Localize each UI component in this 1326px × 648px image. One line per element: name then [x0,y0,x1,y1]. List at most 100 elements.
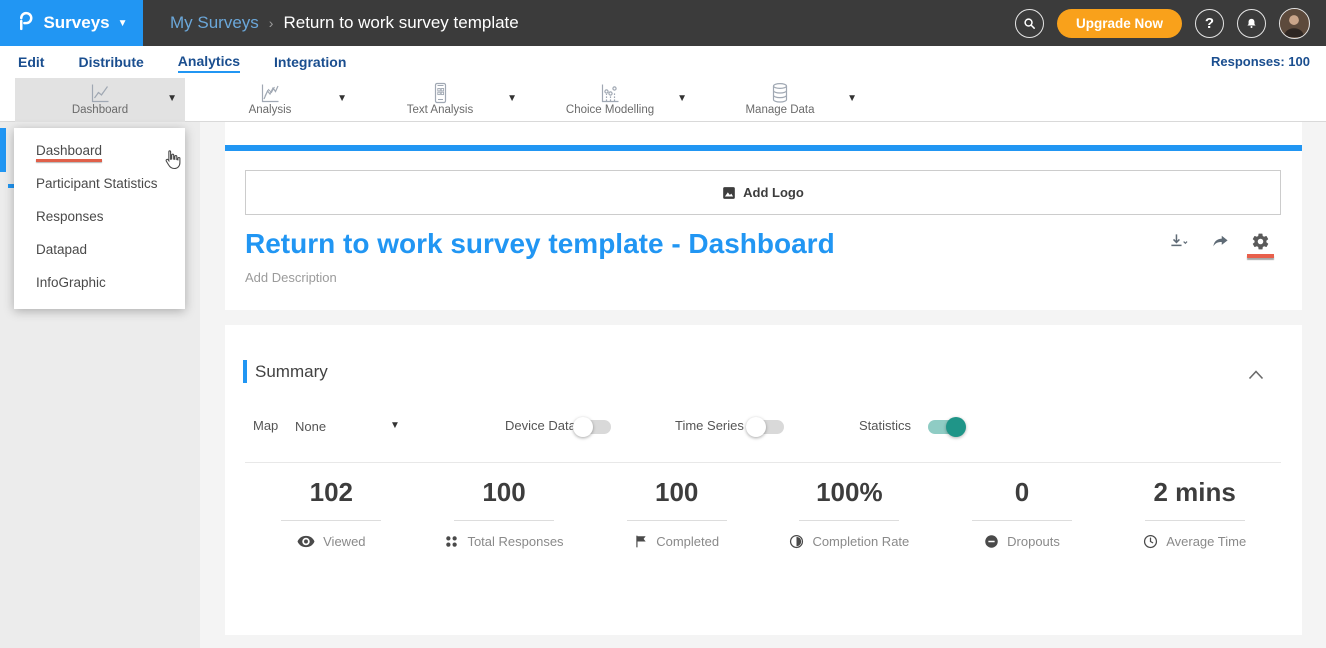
responses-count: Responses: 100 [1211,54,1310,69]
statistics-row: 102 Viewed 100 Tota [245,477,1281,549]
tab-analytics[interactable]: Analytics [178,51,240,73]
breadcrumb-separator: › [269,15,274,31]
toggle-knob [746,417,766,437]
accent-top-bar [225,145,1302,151]
product-switcher[interactable]: Surveys ▼ [0,0,143,46]
download-button[interactable] [1168,232,1190,257]
stat-value: 100 [590,477,763,508]
line-chart-icon [88,82,112,104]
title-actions [1168,232,1270,257]
tab-edit[interactable]: Edit [18,52,44,72]
menu-item-responses[interactable]: Responses [14,200,185,233]
toolbar-item-label: Dashboard [15,104,185,116]
chevron-down-icon[interactable]: ▼ [677,93,687,104]
stat-value: 2 mins [1108,477,1281,508]
settings-button[interactable] [1251,232,1270,256]
stat-label: Average Time [1166,534,1246,549]
toolbar-item-label: Analysis [185,104,355,116]
nav-tabs: Edit Distribute Analytics Integration [18,46,346,78]
menu-item-label: Dashboard [36,143,102,158]
divider [799,520,899,521]
divider [245,462,1281,463]
toggle-knob [946,417,966,437]
stat-completed: 100 Completed [590,477,763,549]
eye-icon [297,535,315,548]
user-avatar[interactable] [1279,8,1310,39]
toolbar-item-choice-modelling[interactable]: Choice Modelling ▼ [525,78,695,122]
divider [1145,520,1245,521]
chevron-down-icon: ▼ [118,18,128,29]
completion-pie-icon [789,534,804,549]
bell-icon [1244,16,1259,31]
collapse-section-button[interactable] [1248,367,1264,385]
top-header: Surveys ▼ My Surveys › Return to work su… [0,0,1326,46]
device-data-label: Device Data [505,418,576,433]
question-mark-icon: ? [1205,15,1214,32]
responses-dots-icon [444,534,459,549]
add-logo-button[interactable]: Add Logo [245,170,1281,215]
sidebar-active-indicator [0,128,6,172]
map-selected-value: None [295,419,326,434]
breadcrumb-survey-title: Return to work survey template [283,13,518,33]
toggle-knob [573,417,593,437]
divider [627,520,727,521]
analytics-nav-row: Edit Distribute Analytics Integration Re… [0,46,1326,78]
menu-item-label: Datapad [36,242,87,257]
upgrade-now-button[interactable]: Upgrade Now [1057,9,1182,38]
toolbar-item-label: Manage Data [695,104,865,116]
flag-icon [634,534,648,549]
clock-icon [1143,534,1158,549]
add-description-button[interactable]: Add Description [245,270,337,285]
chevron-down-icon[interactable]: ▼ [507,93,517,104]
time-series-toggle[interactable] [748,420,784,434]
stat-viewed: 102 Viewed [245,477,418,549]
help-button[interactable]: ? [1195,9,1224,38]
person-icon [1280,9,1308,37]
menu-item-label: Responses [36,209,104,224]
divider [281,520,381,521]
breadcrumb: My Surveys › Return to work survey templ… [170,13,519,33]
summary-title: Summary [255,362,328,382]
chevron-down-icon[interactable]: ▼ [167,93,177,104]
hand-cursor-icon [160,148,184,172]
stat-label: Viewed [323,534,365,549]
share-arrow-icon [1210,232,1231,252]
stat-value: 102 [245,477,418,508]
choice-modelling-icon [598,82,622,104]
area-chart-icon [258,82,282,104]
tab-integration[interactable]: Integration [274,52,346,72]
menu-item-infographic[interactable]: InfoGraphic [14,266,185,299]
summary-card: Summary Map None ▼ Device Data Time Seri… [225,325,1302,635]
notifications-button[interactable] [1237,9,1266,38]
divider [972,520,1072,521]
device-data-toggle[interactable] [575,420,611,434]
toolbar-item-dashboard[interactable]: Dashboard ▼ [15,78,185,122]
share-button[interactable] [1210,232,1231,257]
minus-circle-icon [984,534,999,549]
toolbar-item-manage-data[interactable]: Manage Data ▼ [695,78,865,122]
toolbar-item-analysis[interactable]: Analysis ▼ [185,78,355,122]
stat-label: Total Responses [467,534,563,549]
breadcrumb-my-surveys[interactable]: My Surveys [170,13,259,33]
menu-item-label: InfoGraphic [36,275,106,290]
stat-average-time: 2 mins Average Time [1108,477,1281,549]
menu-item-datapad[interactable]: Datapad [14,233,185,266]
product-name: Surveys [43,13,109,33]
statistics-label: Statistics [859,418,911,433]
search-icon [1022,16,1037,31]
page-title: Return to work survey template - Dashboa… [245,228,835,260]
search-button[interactable] [1015,9,1044,38]
image-icon [722,186,736,200]
stat-label: Completion Rate [812,534,909,549]
settings-active-underline [1247,254,1274,258]
questionpro-logo-icon [15,10,35,37]
statistics-toggle[interactable] [928,420,964,434]
tab-distribute[interactable]: Distribute [78,52,143,72]
stat-value: 0 [936,477,1109,508]
chevron-down-icon[interactable]: ▼ [847,93,857,104]
toolbar-item-text-analysis[interactable]: Text Analysis ▼ [355,78,525,122]
stat-dropouts: 0 Dropouts [936,477,1109,549]
chevron-down-icon[interactable]: ▼ [337,93,347,104]
toolbar-item-label: Text Analysis [355,104,525,116]
map-select[interactable]: None ▼ [295,418,405,436]
